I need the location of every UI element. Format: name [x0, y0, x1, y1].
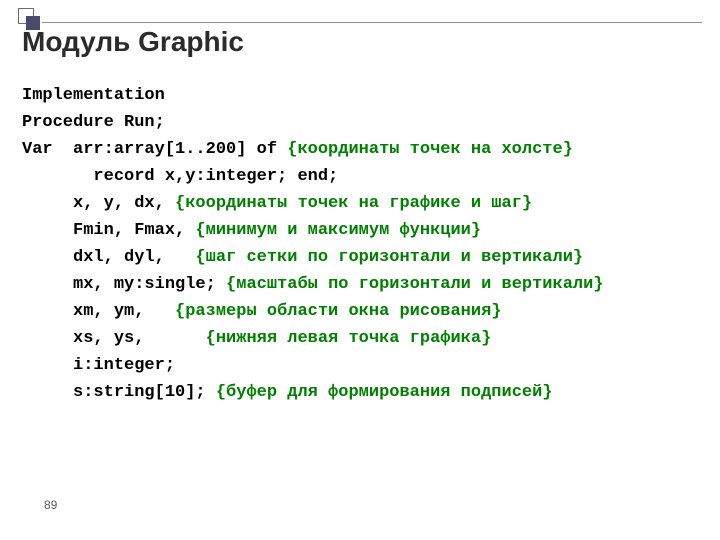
code-line: s:string[10];: [22, 383, 216, 402]
code-comment: {координаты точек на холсте}: [287, 140, 573, 159]
code-comment: {минимум и максимум функции}: [195, 221, 481, 240]
code-comment: {буфер для формирования подписей}: [216, 383, 553, 402]
code-line: Var arr:array[1..200] of: [22, 140, 287, 159]
code-comment: {координаты точек на графике и шаг}: [175, 194, 532, 213]
page-number: 89: [44, 498, 57, 512]
code-line: Fmin, Fmax,: [22, 221, 195, 240]
code-comment: {нижняя левая точка графика}: [206, 329, 492, 348]
code-line: xs, ys,: [22, 329, 206, 348]
code-line: x, y, dx,: [22, 194, 175, 213]
code-line: xm, ym,: [22, 302, 175, 321]
code-line: i:integer;: [22, 356, 175, 375]
code-line: Procedure Run;: [22, 113, 165, 132]
code-comment: {масштабы по горизонтали и вертикали}: [226, 275, 603, 294]
code-comment: {шаг сетки по горизонтали и вертикали}: [195, 248, 583, 267]
slide: Модуль Graphic Implementation Procedure …: [0, 0, 720, 540]
code-block: Implementation Procedure Run; Var arr:ar…: [22, 82, 604, 406]
divider-line: [42, 22, 702, 23]
code-comment: {размеры области окна рисования}: [175, 302, 501, 321]
code-line: Implementation: [22, 86, 165, 105]
page-title: Модуль Graphic: [22, 26, 244, 58]
code-line: mx, my:single;: [22, 275, 226, 294]
code-line: record x,y:integer; end;: [22, 167, 338, 186]
code-line: dxl, dyl,: [22, 248, 195, 267]
